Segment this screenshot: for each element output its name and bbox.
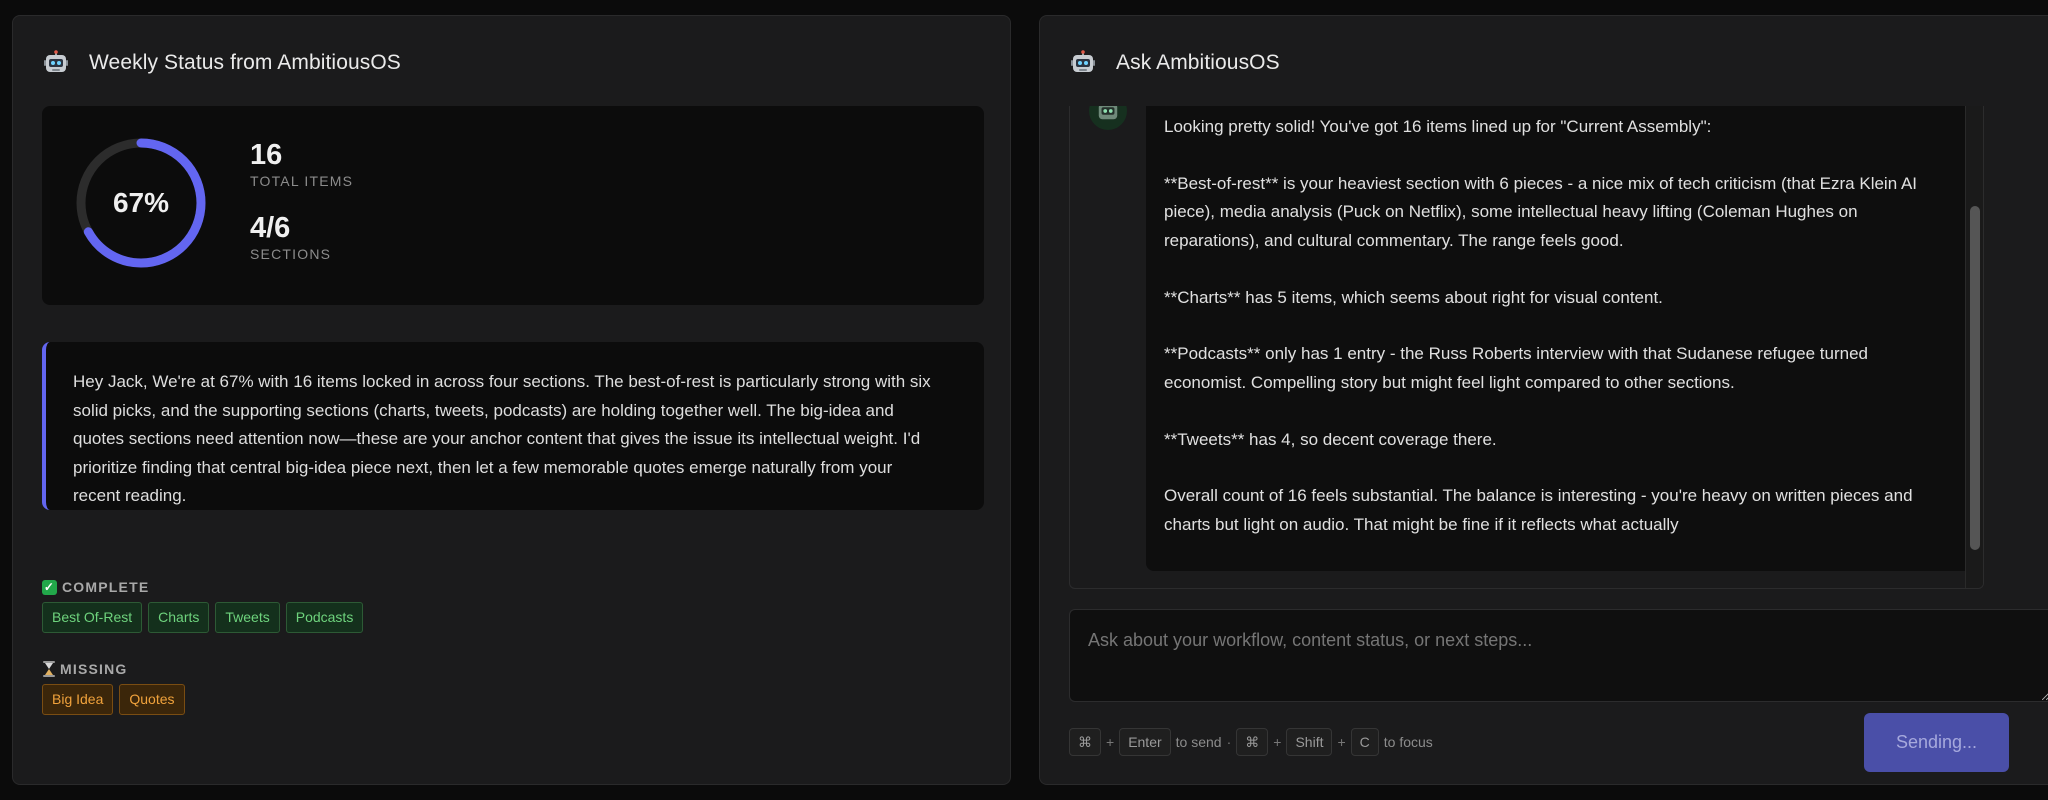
stats-card: 67% 16 TOTAL ITEMS 4/6 SECTIONS — [42, 106, 984, 305]
tag-best-of-rest[interactable]: Best Of-Rest — [42, 602, 143, 633]
hourglass-icon — [43, 661, 55, 677]
chat-messages[interactable]: Looking pretty solid! You've got 16 item… — [1069, 106, 1984, 589]
stat-total-items: 16 TOTAL ITEMS — [250, 139, 353, 189]
shift-key: Shift — [1286, 728, 1333, 756]
stat-sections: 4/6 SECTIONS — [250, 212, 331, 262]
tag-charts[interactable]: Charts — [148, 602, 210, 633]
tag-tweets[interactable]: Tweets — [215, 602, 280, 633]
message-paragraph: **Podcasts** only has 1 entry - the Russ… — [1164, 344, 1868, 392]
enter-key: Enter — [1119, 728, 1171, 756]
robot-icon — [44, 50, 68, 72]
plus-separator: + — [1337, 734, 1346, 750]
missing-section-label: MISSING — [42, 661, 128, 677]
status-message: Hey Jack, We're at 67% with 16 items loc… — [42, 342, 984, 510]
weekly-status-panel: Weekly Status from AmbitiousOS 67% 16 TO… — [12, 15, 1011, 785]
send-hint: to send — [1175, 734, 1222, 750]
plus-separator: + — [1106, 734, 1115, 750]
robot-icon — [1098, 106, 1118, 120]
send-button[interactable]: Sending... — [1864, 713, 2009, 772]
status-panel-title: Weekly Status from AmbitiousOS — [89, 51, 401, 74]
chat-input[interactable] — [1069, 609, 2048, 702]
stat-label: TOTAL ITEMS — [250, 173, 354, 189]
complete-tags: Best Of-Rest Charts Tweets Podcasts — [42, 602, 364, 633]
stat-value: 16 — [250, 139, 283, 171]
assistant-message: Looking pretty solid! You've got 16 item… — [1146, 106, 1972, 571]
status-panel-header: Weekly Status from AmbitiousOS — [43, 46, 401, 80]
stat-label: SECTIONS — [250, 246, 332, 262]
chat-panel-header: Ask AmbitiousOS — [1070, 46, 1280, 80]
dot-separator: · — [1226, 734, 1232, 750]
message-paragraph: **Charts** has 5 items, which seems abou… — [1164, 287, 1663, 307]
tag-quotes[interactable]: Quotes — [119, 684, 185, 715]
complete-section-label: ✓ COMPLETE — [42, 579, 149, 595]
assistant-avatar — [1089, 106, 1127, 130]
chat-panel: Ask AmbitiousOS Looking pretty solid! Yo… — [1039, 15, 2048, 785]
tag-podcasts[interactable]: Podcasts — [285, 602, 364, 633]
message-paragraph: **Best-of-rest** is your heaviest sectio… — [1164, 173, 1918, 250]
stat-value: 4/6 — [250, 212, 291, 244]
chat-scrollbar[interactable] — [1965, 106, 1983, 588]
message-paragraph: Looking pretty solid! You've got 16 item… — [1164, 117, 1712, 136]
command-key: ⌘ — [1069, 728, 1101, 756]
chat-scrollbar-thumb[interactable] — [1970, 206, 1980, 550]
missing-label-text: MISSING — [60, 661, 128, 677]
missing-tags: Big Idea Quotes — [42, 684, 185, 715]
checkmark-icon: ✓ — [42, 579, 57, 595]
keyboard-shortcuts: ⌘ + Enter to send · ⌘ + Shift + C to foc… — [1069, 727, 1433, 757]
message-paragraph: Overall count of 16 feels substantial. T… — [1164, 486, 1913, 534]
tag-big-idea[interactable]: Big Idea — [42, 684, 114, 715]
progress-percent: 67% — [112, 187, 170, 218]
message-paragraph: **Tweets** has 4, so decent coverage the… — [1164, 429, 1497, 449]
complete-label-text: COMPLETE — [62, 579, 150, 595]
robot-icon — [1071, 50, 1095, 72]
plus-separator: + — [1273, 734, 1282, 750]
command-key: ⌘ — [1236, 728, 1269, 756]
chat-panel-title: Ask AmbitiousOS — [1116, 51, 1280, 74]
focus-hint: to focus — [1383, 734, 1433, 750]
c-key: C — [1350, 728, 1379, 756]
